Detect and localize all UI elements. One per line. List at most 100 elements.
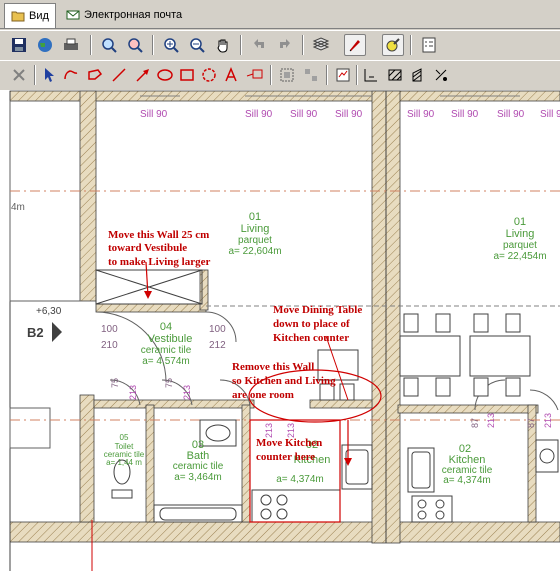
- vestibule-wall: [95, 303, 207, 313]
- zoom-in-button[interactable]: [160, 34, 182, 56]
- globe-icon: [38, 38, 52, 52]
- door-dim: 212: [209, 340, 226, 351]
- callout-button[interactable]: [244, 64, 266, 86]
- room-name: Living: [241, 223, 270, 235]
- rectangle-button[interactable]: [176, 64, 198, 86]
- room-finish: parquet: [503, 240, 537, 251]
- wall-left-lower: [79, 394, 95, 523]
- folder-icon: [11, 11, 25, 22]
- print-icon: [64, 38, 78, 50]
- hatch-2-icon: [412, 68, 422, 82]
- arrow-button[interactable]: [132, 64, 154, 86]
- marker-button[interactable]: [382, 34, 404, 56]
- toilet-bath-wall: [145, 404, 155, 523]
- close-markup-icon: [13, 69, 25, 81]
- door-dim: 75: [110, 378, 120, 388]
- tab-mail[interactable]: Электронная почта: [60, 4, 188, 26]
- tab-view[interactable]: Вид: [4, 3, 56, 28]
- separator: [152, 35, 154, 55]
- ungroup-icon: [305, 69, 317, 81]
- scale-icon: [435, 69, 447, 81]
- layers-icon: [312, 37, 330, 51]
- select-button[interactable]: [38, 64, 60, 86]
- group-icon: [280, 68, 294, 82]
- scale-button[interactable]: [430, 64, 452, 86]
- tab-bar: Вид Электронная почта: [0, 0, 560, 29]
- close-markup-button[interactable]: [8, 64, 30, 86]
- section-arrow-icon: [52, 322, 62, 342]
- wall-left-upper: [79, 90, 97, 302]
- cloud-rect-button[interactable]: [198, 64, 220, 86]
- web-button[interactable]: [34, 34, 56, 56]
- door-dim: 75: [164, 378, 174, 388]
- left-room: [9, 100, 81, 302]
- stove: [251, 489, 453, 523]
- drawing-canvas[interactable]: Sill 90 Sill 90 Sill 90 Sill 90 Sill 90 …: [0, 90, 560, 571]
- door-dim: 213: [543, 413, 553, 428]
- freehand-icon: [88, 69, 103, 80]
- sill-label: Sill 90: [540, 109, 560, 120]
- group-button[interactable]: [276, 64, 298, 86]
- bath-top-wall: [93, 399, 255, 409]
- separator: [34, 65, 36, 85]
- room-finish: parquet: [238, 235, 272, 246]
- markup-toolbar: [0, 60, 560, 91]
- note-line: Kitchen counter: [273, 332, 349, 344]
- zoom-window-button[interactable]: [124, 34, 146, 56]
- cloud-rect-icon: [202, 68, 216, 82]
- print-button[interactable]: [60, 34, 82, 56]
- separator: [302, 35, 304, 55]
- ellipse-button[interactable]: [154, 64, 176, 86]
- ellipse-icon: [157, 69, 173, 81]
- measure-button[interactable]: [360, 64, 382, 86]
- hatch-2-button[interactable]: [408, 64, 430, 86]
- separator: [90, 35, 92, 55]
- cloud-button[interactable]: [60, 64, 82, 86]
- note-line: to make Living larger: [108, 256, 210, 268]
- separator: [410, 35, 412, 55]
- callout-icon: [246, 69, 263, 79]
- room-area: a= 4,374m: [443, 475, 491, 486]
- redo-button[interactable]: [274, 34, 296, 56]
- properties-icon: [422, 37, 436, 53]
- pan-button[interactable]: [212, 34, 234, 56]
- pan-hand-icon: [217, 39, 228, 53]
- door-dim: 210: [101, 340, 118, 351]
- zoom-fit-button[interactable]: [98, 34, 120, 56]
- sill-label: Sill 90: [451, 109, 479, 120]
- properties-button[interactable]: [418, 34, 440, 56]
- zoom-out-button[interactable]: [186, 34, 208, 56]
- line-icon: [112, 68, 126, 82]
- separator: [356, 65, 358, 85]
- door-dim: 87: [526, 418, 536, 428]
- layers-button[interactable]: [310, 34, 332, 56]
- stamp-button[interactable]: [332, 64, 354, 86]
- hatch-icon: [388, 69, 402, 81]
- zoom-fit-icon: [102, 38, 117, 53]
- hatch-button[interactable]: [384, 64, 406, 86]
- marker-icon: [386, 38, 400, 52]
- freehand-button[interactable]: [84, 64, 106, 86]
- undo-button[interactable]: [248, 34, 270, 56]
- bath-kitchen-wall: [241, 404, 251, 523]
- line-button[interactable]: [108, 64, 130, 86]
- room-number: 05: [120, 433, 129, 442]
- note-line: Move Dining Table: [273, 304, 362, 316]
- ungroup-button[interactable]: [300, 64, 322, 86]
- elevation-label: +6,30: [36, 306, 62, 317]
- markup-pen-button[interactable]: [344, 34, 366, 56]
- room-number: 01: [514, 216, 526, 228]
- save-button[interactable]: [8, 34, 30, 56]
- note-line: Remove this Wall: [232, 361, 314, 373]
- dining-table: [317, 313, 531, 401]
- text-icon: [225, 67, 237, 82]
- sill-label: Sill 90: [140, 109, 168, 120]
- stamp-icon: [336, 68, 350, 82]
- text-button[interactable]: [220, 64, 242, 86]
- left-closet: [9, 407, 51, 449]
- markup-arrowhead: [144, 291, 152, 299]
- sill-label: Sill 90: [245, 109, 273, 120]
- room-area: a= 1,44 m: [106, 458, 142, 467]
- arrow-icon: [136, 69, 149, 82]
- room-area: a= 22,454m: [493, 251, 546, 262]
